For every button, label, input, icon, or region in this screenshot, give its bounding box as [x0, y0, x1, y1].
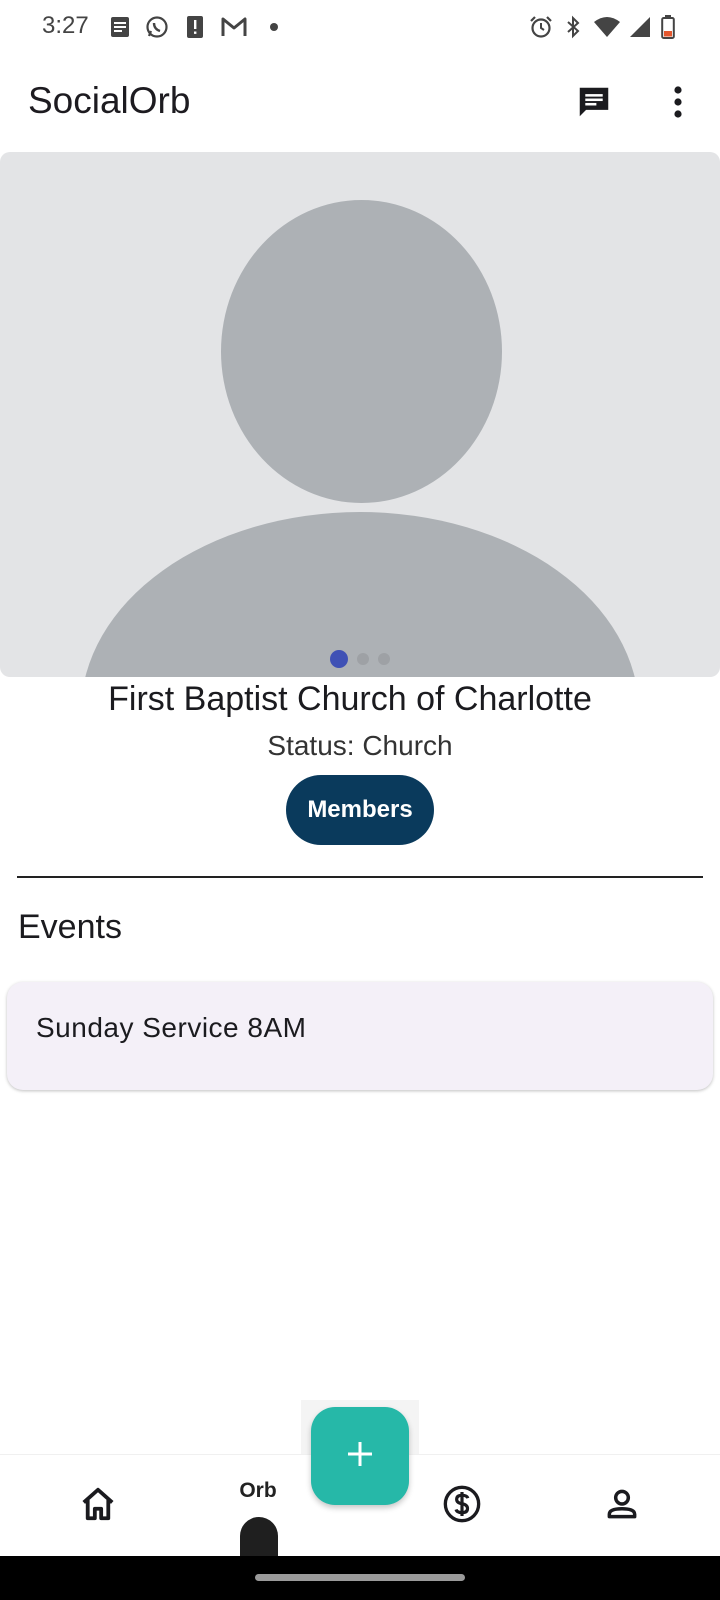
- battery-icon: [660, 15, 676, 39]
- alert-icon: [184, 15, 206, 39]
- org-status: Status: Church: [267, 730, 453, 761]
- nav-item-money[interactable]: [402, 1455, 522, 1557]
- members-button[interactable]: Members: [286, 775, 434, 845]
- carousel-indicator: [0, 650, 720, 668]
- whatsapp-icon: [144, 15, 170, 39]
- gesture-handle[interactable]: [255, 1574, 465, 1581]
- system-gesture-bar: [0, 1556, 720, 1600]
- divider: [17, 876, 703, 878]
- bluetooth-icon: [562, 15, 584, 39]
- carousel-dot-1[interactable]: [330, 650, 348, 668]
- add-fab-button[interactable]: [311, 1407, 409, 1505]
- event-card[interactable]: Sunday Service 8AM: [7, 982, 713, 1090]
- more-vert-icon[interactable]: [654, 78, 702, 126]
- wifi-icon: [592, 15, 622, 39]
- nav-item-profile[interactable]: [562, 1455, 682, 1557]
- status-bar: 3:27: [0, 0, 720, 54]
- app-bar: SocialOrb: [0, 62, 720, 142]
- nav-label-orb: Orb: [239, 1479, 277, 1502]
- chat-icon[interactable]: [570, 78, 618, 126]
- events-title: Events: [18, 908, 122, 946]
- dot-icon: [268, 15, 280, 39]
- nav-item-orb[interactable]: Orb: [198, 1455, 318, 1557]
- photo-carousel[interactable]: [0, 152, 720, 677]
- notes-icon: [108, 15, 132, 39]
- carousel-dot-3[interactable]: [378, 653, 390, 665]
- orb-icon: [240, 1517, 278, 1557]
- dollar-icon: [442, 1484, 482, 1529]
- carousel-dot-2[interactable]: [357, 653, 369, 665]
- org-name: First Baptist Church of Charlotte: [108, 680, 592, 718]
- alarm-icon: [528, 15, 554, 39]
- nav-item-home[interactable]: [38, 1455, 158, 1557]
- home-icon: [79, 1485, 117, 1528]
- app-title: SocialOrb: [28, 80, 191, 121]
- signal-icon: [628, 15, 652, 39]
- gmail-icon: [220, 15, 248, 39]
- status-time: 3:27: [42, 12, 89, 39]
- event-title: Sunday Service 8AM: [36, 1012, 307, 1043]
- plus-icon: [345, 1439, 375, 1474]
- avatar-placeholder-head: [221, 200, 502, 503]
- person-icon: [603, 1485, 641, 1528]
